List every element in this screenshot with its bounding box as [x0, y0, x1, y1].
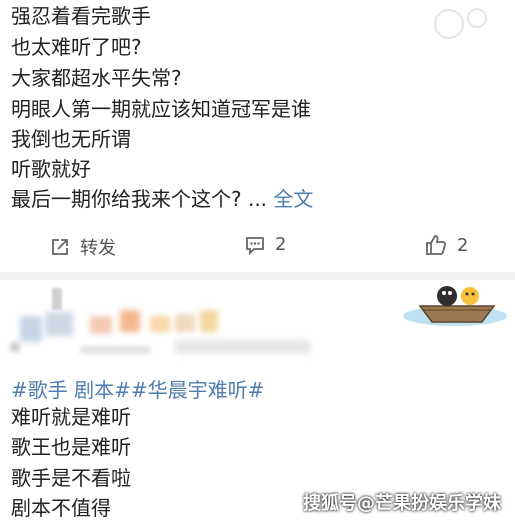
post-text-line: 我倒也无所谓 — [11, 127, 131, 151]
post-text-line: 也太难听了吧? — [11, 35, 142, 59]
post-text-line: 歌王也是难听 — [11, 435, 131, 459]
hashtag-link[interactable]: #歌手 剧本##华晨宇难听# — [11, 378, 264, 402]
full-text-link[interactable]: 全文 — [273, 187, 313, 211]
watermark: 搜狐号@芒果扮娱乐学妹 — [303, 493, 501, 514]
boat-sticker-icon — [403, 286, 507, 326]
post-text-line: 最后一期你给我来个这个? ... — [11, 187, 268, 211]
decorative-pattern-icon — [434, 8, 487, 39]
repost-icon — [52, 239, 68, 255]
thumbs-up-icon — [426, 235, 447, 255]
post-1: 强忍着看完歌手 也太难听了吧? 大家都超水平失常? 明眼人第一期就应该知道冠军是… — [0, 0, 515, 272]
post-text-line: 难听就是难听 — [11, 405, 131, 429]
like-count: 2 — [457, 234, 469, 256]
post-text-line: 听歌就好 — [11, 157, 91, 181]
post-text-line: 明眼人第一期就应该知道冠军是谁 — [11, 97, 311, 121]
like-button[interactable]: 2 — [425, 234, 468, 256]
post-text-line: 大家都超水平失常? — [11, 66, 182, 90]
repost-label: 转发 — [80, 238, 116, 259]
comment-button[interactable]: 2 — [245, 234, 286, 255]
post-divider — [0, 272, 515, 280]
post-last-line: 最后一期你给我来个这个? ... 全文 — [11, 187, 313, 211]
post-text-line: 剧本不值得 — [11, 496, 111, 520]
post-text-line: 强忍着看完歌手 — [11, 4, 151, 28]
post-actions-bar: 转发 2 2 — [0, 230, 515, 264]
comment-icon — [246, 236, 264, 255]
comment-count: 2 — [275, 234, 287, 255]
post-text-line: 歌手是不看啦 — [11, 466, 131, 490]
repost-button[interactable]: 转发 — [50, 234, 116, 260]
